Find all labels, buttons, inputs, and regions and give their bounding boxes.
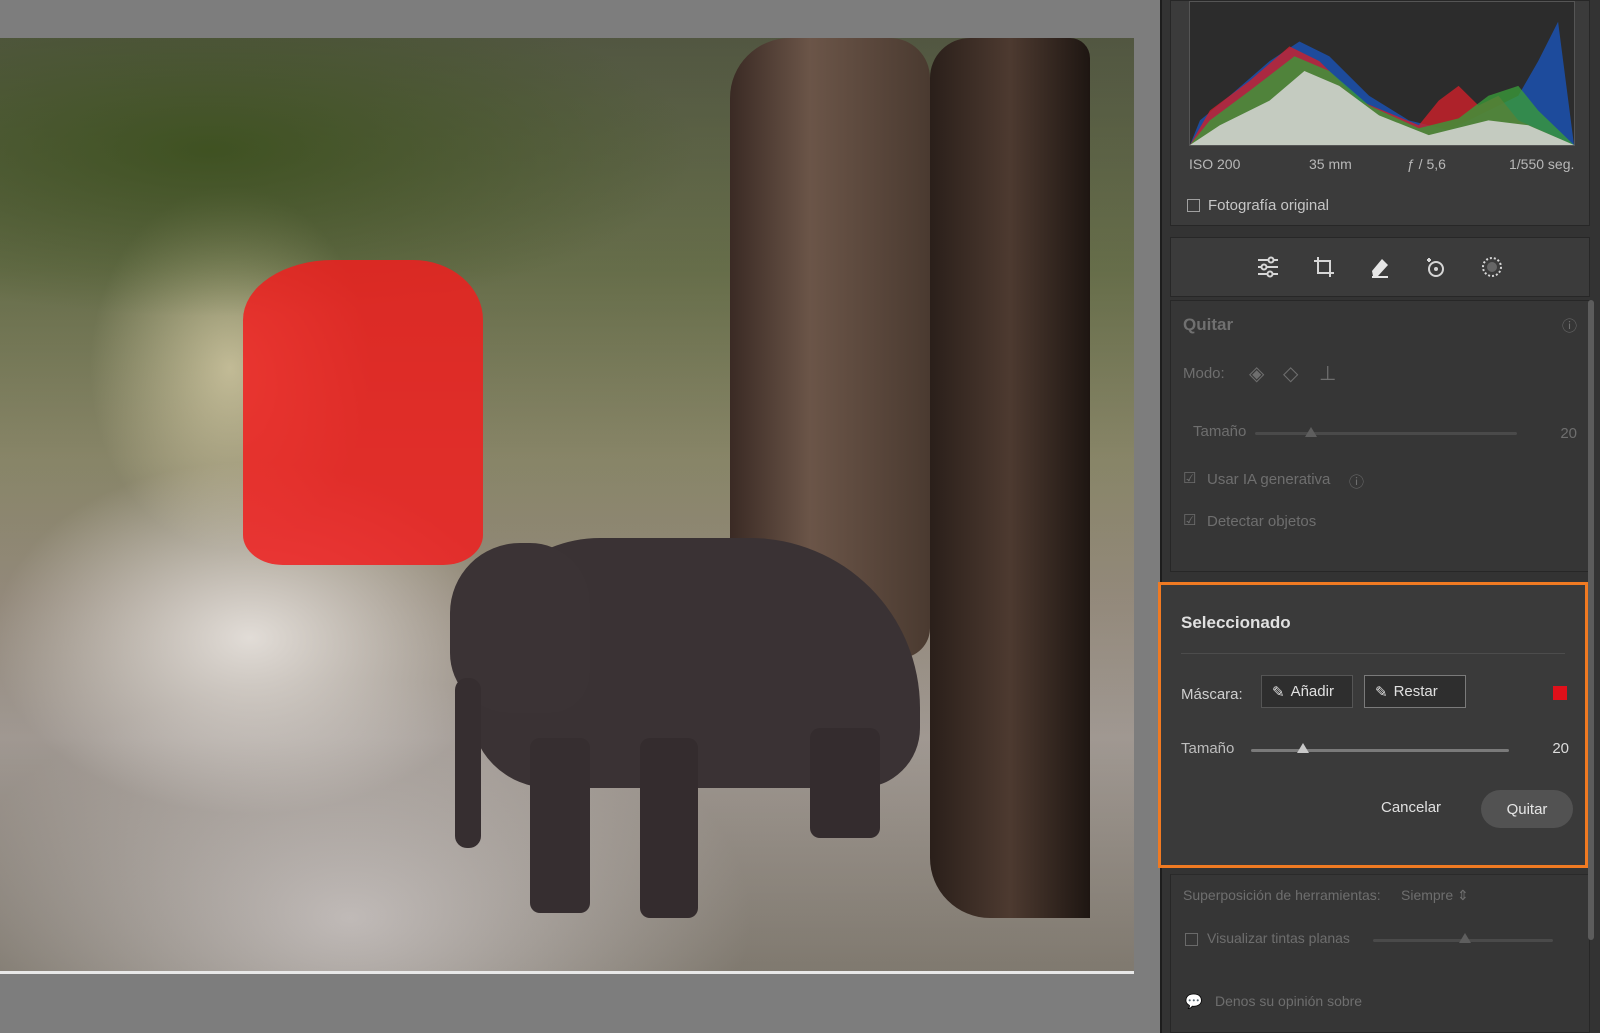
photo[interactable] xyxy=(0,38,1134,974)
remove-size-label: Tamaño xyxy=(1193,423,1247,440)
iso-value: ISO 200 xyxy=(1189,156,1241,172)
remove-size-thumb[interactable] xyxy=(1305,427,1317,437)
original-photo-label: Fotografía original xyxy=(1208,197,1329,214)
feedback-link[interactable]: Denos su opinión sobre xyxy=(1215,993,1362,1009)
clone-stamp-icon[interactable]: ⊥ xyxy=(1319,361,1336,386)
shutter-speed: 1/550 seg. xyxy=(1509,156,1575,172)
flat-tints-thumb[interactable] xyxy=(1459,933,1471,943)
flat-tints-checkbox[interactable] xyxy=(1185,933,1198,946)
tool-strip xyxy=(1170,237,1590,297)
elephant-leg xyxy=(810,728,880,838)
selection-mask-overlay[interactable] xyxy=(243,260,483,565)
focal-length: 35 mm xyxy=(1309,156,1352,172)
heal-mode-icon[interactable]: ◇ xyxy=(1283,361,1298,386)
original-photo-checkbox[interactable] xyxy=(1187,199,1200,212)
crop-icon[interactable] xyxy=(1311,254,1337,280)
sliders-icon[interactable] xyxy=(1255,254,1281,280)
tree-trunk-right xyxy=(930,38,1090,918)
overlay-label: Superposición de herramientas: xyxy=(1183,887,1381,903)
brush-add-icon: ✎ xyxy=(1272,683,1285,701)
panel-scrollbar[interactable] xyxy=(1588,300,1594,940)
generative-checkbox[interactable]: ☑ xyxy=(1183,469,1196,487)
eraser-icon[interactable] xyxy=(1367,254,1393,280)
mask-subtract-label: Restar xyxy=(1393,683,1438,700)
bottom-panel: Superposición de herramientas: Siempre ⇕… xyxy=(1170,874,1590,1033)
flat-tints-label: Visualizar tintas planas xyxy=(1207,930,1350,946)
content-aware-icon[interactable]: ◈ xyxy=(1249,361,1264,386)
generative-label: Usar IA generativa xyxy=(1207,471,1331,488)
remove-size-slider[interactable] xyxy=(1255,432,1517,435)
feedback-icon[interactable]: 💬 xyxy=(1185,993,1202,1010)
info-icon[interactable]: ⓘ xyxy=(1349,471,1364,492)
mask-color-swatch[interactable] xyxy=(1553,686,1567,700)
mask-subtract-button[interactable]: ✎ Restar xyxy=(1364,675,1466,708)
elephant-leg xyxy=(530,738,590,913)
size-slider-thumb[interactable] xyxy=(1296,743,1309,753)
elephant-trunk xyxy=(455,678,481,848)
histogram-chart xyxy=(1189,1,1575,146)
mask-add-label: Añadir xyxy=(1290,683,1334,700)
cancel-button[interactable]: Cancelar xyxy=(1381,799,1441,816)
remove-title: Quitar xyxy=(1183,315,1234,334)
selected-title: Seleccionado xyxy=(1181,613,1291,632)
help-icon[interactable]: ⓘ xyxy=(1562,315,1577,336)
detect-checkbox[interactable]: ☑ xyxy=(1183,511,1196,529)
histogram-panel: ISO 200 35 mm ƒ / 5,6 1/550 seg. Fotogra… xyxy=(1170,0,1590,226)
size-value: 20 xyxy=(1552,740,1569,757)
remove-size-value: 20 xyxy=(1560,425,1577,442)
right-panel: ISO 200 35 mm ƒ / 5,6 1/550 seg. Fotogra… xyxy=(1160,0,1600,1033)
remove-panel: Quitar ⓘ Modo: ◈ ◇ ⊥ Tamaño 20 ☑ Usar IA… xyxy=(1170,300,1590,572)
mask-add-button[interactable]: ✎ Añadir xyxy=(1261,675,1353,708)
divider xyxy=(1181,653,1565,654)
photo-canvas[interactable] xyxy=(0,0,1160,1033)
aperture: ƒ / 5,6 xyxy=(1407,156,1446,172)
masking-icon[interactable] xyxy=(1479,254,1505,280)
heal-icon[interactable] xyxy=(1423,254,1449,280)
detect-label: Detectar objetos xyxy=(1207,513,1317,530)
size-label: Tamaño xyxy=(1181,740,1235,757)
original-photo-toggle[interactable]: Fotografía original xyxy=(1187,197,1329,214)
size-slider[interactable] xyxy=(1251,749,1509,752)
mode-label: Modo: xyxy=(1183,365,1225,382)
elephant-leg xyxy=(640,738,698,918)
remove-button[interactable]: Quitar xyxy=(1481,790,1573,828)
mask-label: Máscara: xyxy=(1181,686,1243,703)
selected-panel: Seleccionado Máscara: ✎ Añadir ✎ Restar … xyxy=(1158,582,1588,868)
overlay-select[interactable]: Siempre ⇕ xyxy=(1401,887,1469,904)
brush-subtract-icon: ✎ xyxy=(1375,683,1388,701)
